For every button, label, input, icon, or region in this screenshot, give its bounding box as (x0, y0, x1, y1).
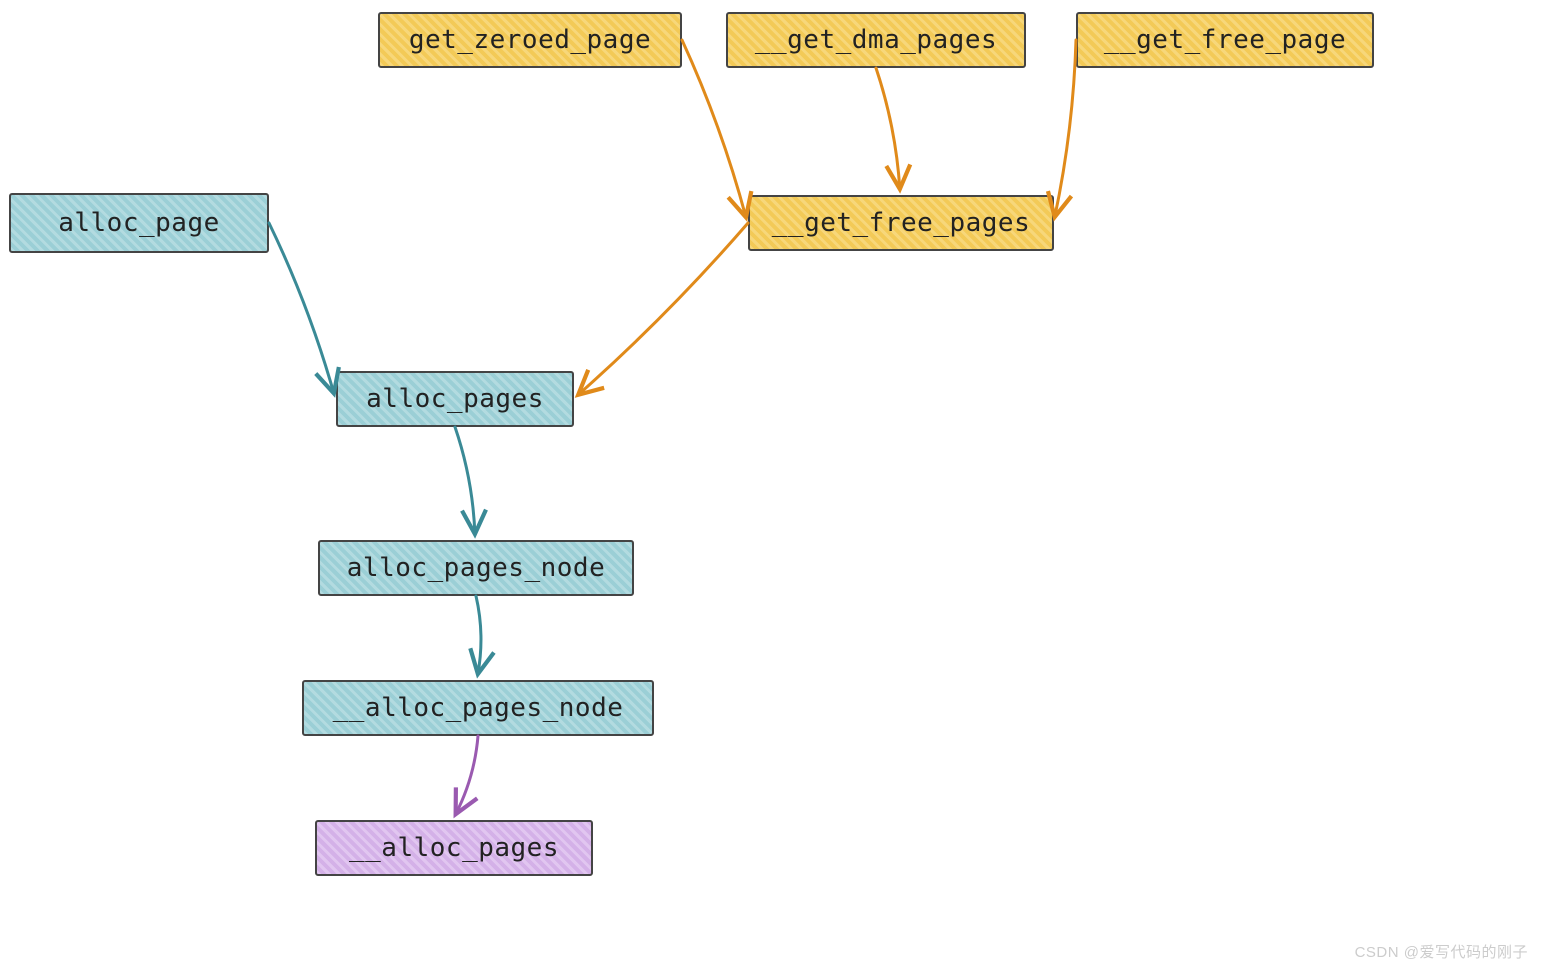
edge-arrow (456, 736, 478, 814)
node-label: get_zeroed_page (409, 25, 651, 55)
edge-arrow (578, 223, 748, 395)
node-label: __alloc_pages_node (333, 693, 624, 723)
edge-arrow (269, 223, 334, 393)
node-alloc-pages: alloc_pages (336, 371, 574, 427)
node-label: alloc_pages (366, 384, 544, 414)
node-label: __get_free_page (1104, 25, 1346, 55)
edge-arrow (476, 596, 481, 674)
node-get-zeroed-page: get_zeroed_page (378, 12, 682, 68)
node-label: alloc_page (58, 208, 220, 238)
node-label: alloc_pages_node (347, 553, 605, 583)
node-get-free-page: __get_free_page (1076, 12, 1374, 68)
edge-arrow (1055, 40, 1076, 217)
node-label: __get_free_pages (772, 208, 1030, 238)
node-label: __alloc_pages (349, 833, 559, 863)
edge-arrow (455, 427, 475, 534)
node-label: __get_dma_pages (755, 25, 997, 55)
node-alloc-pages-node: alloc_pages_node (318, 540, 634, 596)
watermark: CSDN @爱写代码的刚子 (1355, 941, 1528, 962)
node-alloc-pages-node-2: __alloc_pages_node (302, 680, 654, 736)
arrow-layer (0, 0, 1546, 972)
edge-arrow (876, 68, 900, 189)
node-get-free-pages: __get_free_pages (748, 195, 1054, 251)
node-get-dma-pages: __get_dma_pages (726, 12, 1026, 68)
node-alloc-pages-final: __alloc_pages (315, 820, 593, 876)
node-alloc-page: alloc_page (9, 193, 269, 253)
